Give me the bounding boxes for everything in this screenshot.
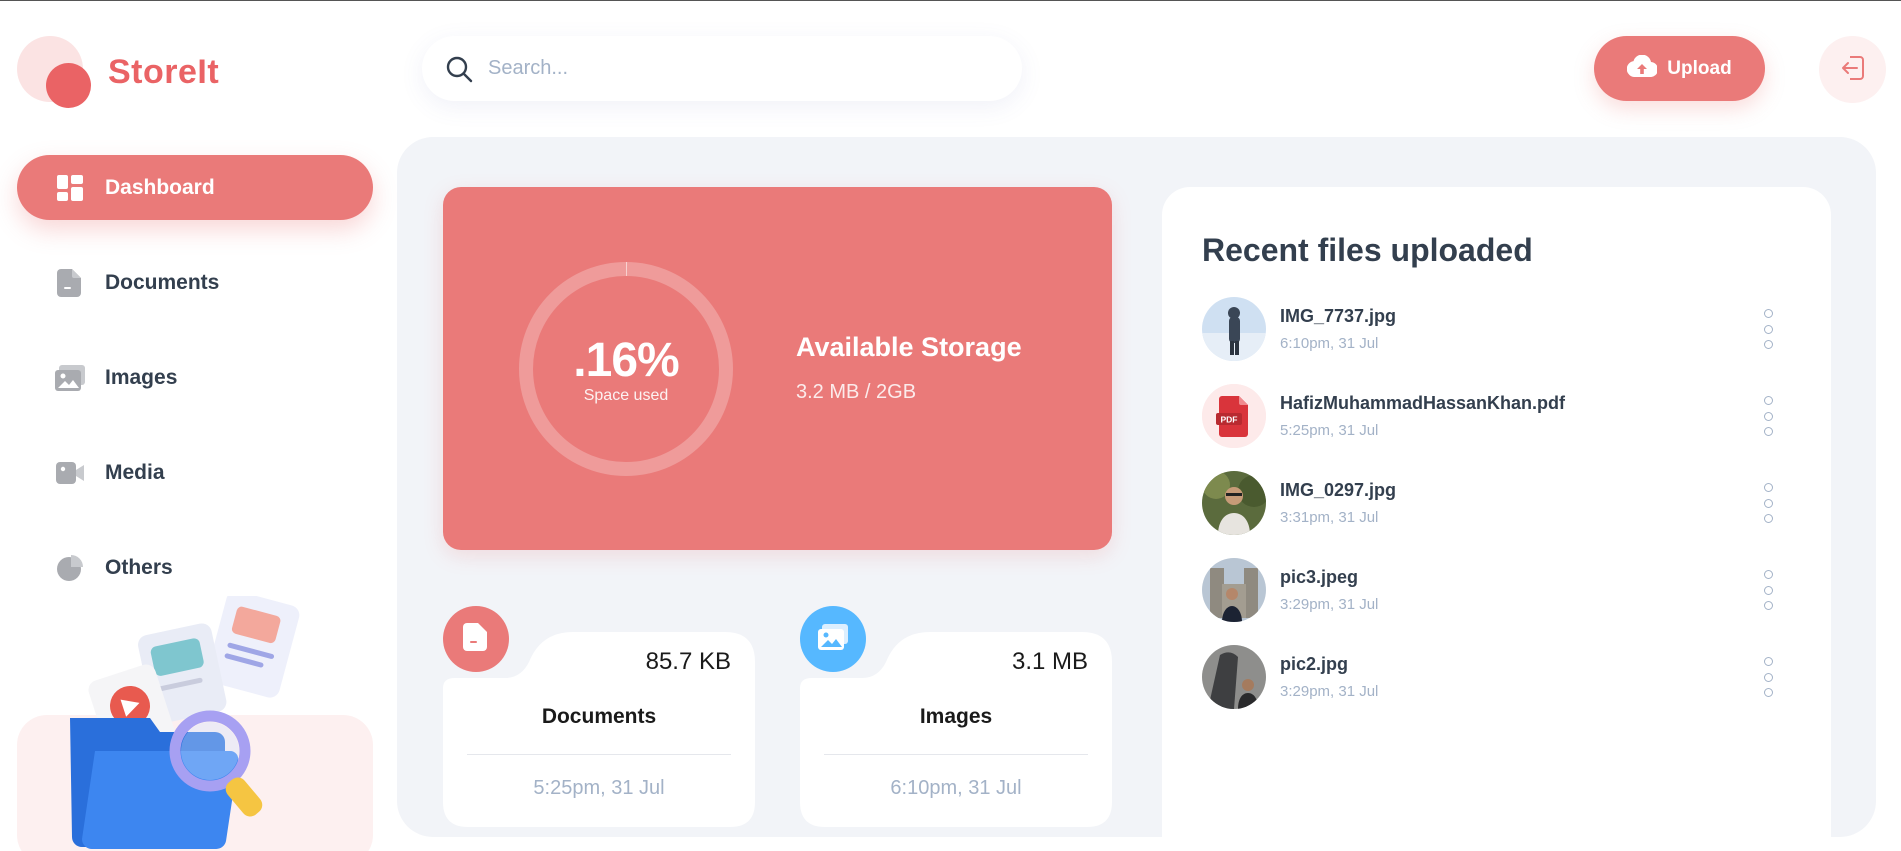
list-item[interactable]: IMG_0297.jpg 3:31pm, 31 Jul [1202, 471, 1782, 535]
cloud-upload-icon [1627, 55, 1657, 83]
sidebar-item-label: Media [105, 461, 165, 485]
more-options-icon[interactable] [1758, 657, 1778, 697]
file-name: IMG_7737.jpg [1280, 306, 1396, 327]
sidebar-item-label: Dashboard [105, 176, 215, 200]
storage-amount: 3.2 MB / 2GB [796, 381, 1022, 404]
sidebar-item-label: Images [105, 366, 177, 390]
photo-thumbnail [1202, 645, 1266, 709]
summary-divider [824, 754, 1088, 755]
sidebar-item-images[interactable]: Images [17, 345, 373, 410]
search-input[interactable] [488, 57, 988, 80]
logo-circle-dark [46, 63, 91, 108]
recent-files-panel: Recent files uploaded IMG_7737.jpg 6:10p… [1162, 187, 1831, 837]
sidebar-item-label: Documents [105, 271, 219, 295]
summary-card-images[interactable]: 3.1 MB Images 6:10pm, 31 Jul [800, 632, 1112, 827]
recent-files-title: Recent files uploaded [1202, 232, 1533, 269]
list-item[interactable]: IMG_7737.jpg 6:10pm, 31 Jul [1202, 297, 1782, 361]
summary-category: Images [800, 705, 1112, 729]
search-icon [444, 54, 474, 84]
sidebar-item-dashboard[interactable]: Dashboard [17, 155, 373, 220]
search-bar[interactable] [422, 36, 1022, 101]
photo-thumbnail [1202, 471, 1266, 535]
pie-chart-icon [55, 553, 85, 583]
upload-button[interactable]: Upload [1594, 36, 1765, 101]
more-options-icon[interactable] [1758, 396, 1778, 436]
dashboard-icon [55, 173, 85, 203]
storage-info: Available Storage 3.2 MB / 2GB [796, 332, 1022, 404]
upload-label: Upload [1667, 58, 1731, 80]
file-name: IMG_0297.jpg [1280, 480, 1396, 501]
file-date: 6:10pm, 31 Jul [1280, 335, 1378, 352]
more-options-icon[interactable] [1758, 570, 1778, 610]
svg-text:PDF: PDF [1221, 415, 1238, 425]
summary-card-documents[interactable]: 85.7 KB Documents 5:25pm, 31 Jul [443, 632, 755, 827]
sidebar: StoreIt Dashboard Documents Images Media [0, 1, 390, 851]
summary-time: 6:10pm, 31 Jul [800, 777, 1112, 800]
file-name: pic2.jpg [1280, 654, 1348, 675]
app-logo[interactable]: StoreIt [17, 36, 217, 111]
summary-divider [467, 754, 731, 755]
more-options-icon[interactable] [1758, 483, 1778, 523]
storage-percent-label: Space used [516, 387, 736, 405]
list-item[interactable]: pic3.jpeg 3:29pm, 31 Jul [1202, 558, 1782, 622]
storage-card: .16% Space used Available Storage 3.2 MB… [443, 187, 1112, 550]
sidebar-item-others[interactable]: Others [17, 535, 373, 600]
more-options-icon[interactable] [1758, 309, 1778, 349]
pdf-icon: PDF [1202, 384, 1266, 448]
logout-button[interactable] [1819, 36, 1886, 103]
dashboard-main: .16% Space used Available Storage 3.2 MB… [397, 137, 1876, 837]
file-date: 3:31pm, 31 Jul [1280, 509, 1378, 526]
app-name: StoreIt [108, 53, 219, 92]
storage-percent-value: .16% [516, 337, 736, 385]
storage-percent: .16% Space used [516, 337, 736, 405]
storage-title: Available Storage [796, 332, 1022, 363]
images-badge [800, 606, 866, 672]
document-icon [55, 268, 85, 298]
photo-thumbnail [1202, 297, 1266, 361]
video-icon [55, 458, 85, 488]
list-item[interactable]: PDF HafizMuhammadHassanKhan.pdf 5:25pm, … [1202, 384, 1782, 448]
document-badge [443, 606, 509, 672]
files-illustration [70, 596, 320, 851]
file-date: 3:29pm, 31 Jul [1280, 683, 1378, 700]
summary-size: 3.1 MB [1012, 648, 1088, 676]
sidebar-item-label: Others [105, 556, 173, 580]
summary-time: 5:25pm, 31 Jul [443, 777, 755, 800]
file-date: 3:29pm, 31 Jul [1280, 596, 1378, 613]
photo-thumbnail [1202, 558, 1266, 622]
document-icon [463, 623, 489, 656]
file-name: HafizMuhammadHassanKhan.pdf [1280, 393, 1565, 414]
summary-size: 85.7 KB [646, 648, 731, 676]
logout-icon [1840, 55, 1866, 84]
file-name: pic3.jpeg [1280, 567, 1358, 588]
list-item[interactable]: pic2.jpg 3:29pm, 31 Jul [1202, 645, 1782, 709]
sidebar-nav: Dashboard Documents Images Media Others [17, 155, 373, 630]
file-date: 5:25pm, 31 Jul [1280, 422, 1378, 439]
sidebar-item-media[interactable]: Media [17, 440, 373, 505]
sidebar-item-documents[interactable]: Documents [17, 250, 373, 315]
summary-category: Documents [443, 705, 755, 729]
images-icon [55, 363, 85, 393]
images-icon [818, 624, 848, 655]
